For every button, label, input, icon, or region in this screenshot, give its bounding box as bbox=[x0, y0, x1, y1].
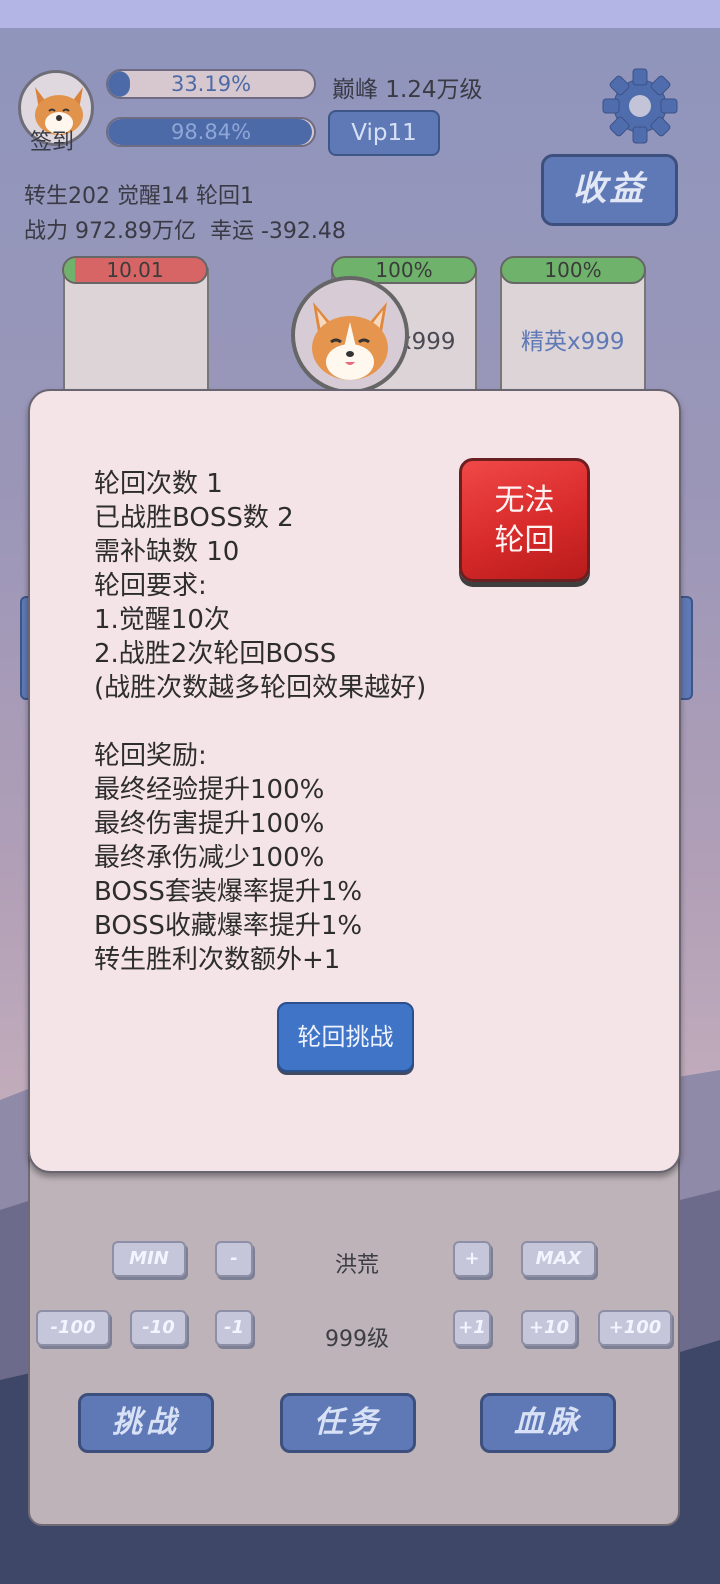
hp-bar: 98.84% bbox=[106, 117, 316, 147]
monster-card-1[interactable] bbox=[63, 266, 209, 396]
info-line: 1.觉醒10次 bbox=[94, 605, 230, 635]
plus-1-button[interactable]: +1 bbox=[453, 1310, 491, 1346]
card-1-bar-fill bbox=[64, 258, 76, 282]
info-line: 最终经验提升100% bbox=[94, 775, 325, 805]
reincarnation-info: 轮回次数 1 已战胜BOSS数 2 需补缺数 10 轮回要求: 1.觉醒10次 … bbox=[94, 467, 426, 977]
card-3-bar: 100% bbox=[500, 256, 646, 284]
info-line: 转生胜利次数额外+1 bbox=[94, 945, 341, 975]
income-button[interactable]: 收益 bbox=[541, 154, 678, 226]
info-line bbox=[94, 705, 426, 739]
bloodline-button[interactable]: 血脉 bbox=[480, 1393, 616, 1453]
exp-bar: 33.19% bbox=[106, 69, 316, 99]
plus-10-button[interactable]: +10 bbox=[521, 1310, 577, 1346]
reincarnation-challenge-button[interactable]: 轮回挑战 bbox=[277, 1002, 414, 1072]
minus-1-button[interactable]: -1 bbox=[215, 1310, 253, 1346]
card-1-bar-text: 10.01 bbox=[106, 258, 164, 282]
plus-button[interactable]: + bbox=[453, 1241, 491, 1277]
sign-in-label[interactable]: 签到 bbox=[30, 124, 74, 156]
info-line: BOSS收藏爆率提升1% bbox=[94, 911, 363, 941]
challenge-button[interactable]: 挑战 bbox=[78, 1393, 214, 1453]
info-line: 最终承伤减少100% bbox=[94, 843, 325, 873]
max-button[interactable]: MAX bbox=[521, 1241, 596, 1277]
info-line: 已战胜BOSS数 2 bbox=[94, 503, 294, 533]
card-1-bar: 10.01 bbox=[62, 256, 208, 284]
card-2-bar-text: 100% bbox=[375, 258, 433, 282]
info-line: 需补缺数 10 bbox=[94, 537, 240, 567]
info-line: 2.战胜2次轮回BOSS bbox=[94, 639, 337, 669]
info-line: 最终伤害提升100% bbox=[94, 809, 325, 839]
info-line: 轮回要求: bbox=[94, 571, 207, 601]
info-line: 轮回奖励: bbox=[94, 741, 207, 771]
stats-line-2: 战力 972.89万亿 幸运 -392.48 bbox=[24, 219, 346, 244]
cannot-reincarnate-button[interactable]: 无法 轮回 bbox=[459, 458, 590, 582]
stats-line-1: 转生202 觉醒14 轮回1 bbox=[24, 184, 254, 209]
info-line: 轮回次数 1 bbox=[94, 469, 223, 499]
status-line-1: 无法 bbox=[494, 483, 555, 518]
minus-button[interactable]: - bbox=[215, 1241, 253, 1277]
settings-gear-icon[interactable] bbox=[601, 67, 679, 145]
info-line: (战胜次数越多轮回效果越好) bbox=[94, 673, 427, 703]
difficulty-name: 洪荒 bbox=[334, 1253, 379, 1278]
info-line: BOSS套装爆率提升1% bbox=[94, 877, 363, 907]
card-3-bar-text: 100% bbox=[544, 258, 602, 282]
status-line-2: 轮回 bbox=[494, 523, 555, 558]
peak-level: 巅峰 1.24万级 bbox=[332, 77, 483, 103]
level-value: 999级 bbox=[325, 1327, 389, 1352]
vip-button[interactable]: Vip11 bbox=[328, 110, 440, 156]
pet-dog-avatar[interactable] bbox=[291, 276, 409, 394]
min-button[interactable]: MIN bbox=[112, 1241, 186, 1277]
plus-100-button[interactable]: +100 bbox=[598, 1310, 672, 1346]
exp-percent: 33.19% bbox=[170, 72, 252, 96]
minus-10-button[interactable]: -10 bbox=[130, 1310, 187, 1346]
minus-100-button[interactable]: -100 bbox=[36, 1310, 110, 1346]
task-button[interactable]: 任务 bbox=[280, 1393, 416, 1453]
hp-percent: 98.84% bbox=[170, 120, 252, 144]
card-3-label: 精英x999 bbox=[521, 329, 625, 355]
status-bar bbox=[0, 0, 720, 28]
